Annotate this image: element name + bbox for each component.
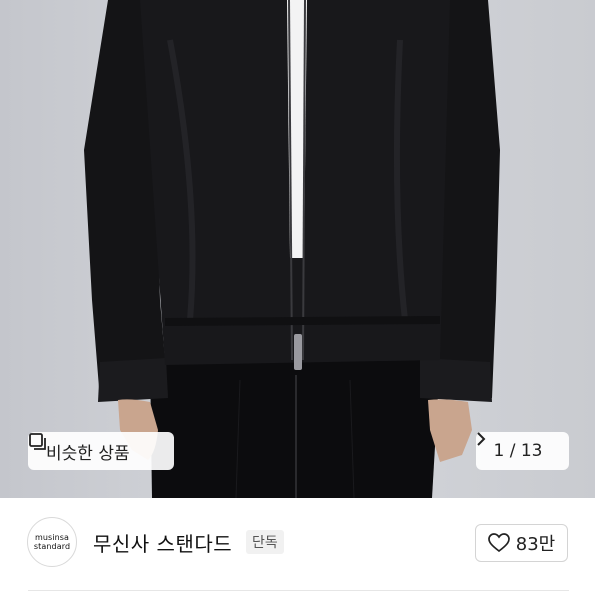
like-count: 83만 [515, 534, 556, 555]
logo-line2: standard [33, 542, 71, 551]
exclusive-badge: 단독 [246, 530, 284, 554]
brand-like-button[interactable]: 83만 [475, 524, 568, 562]
brand-bar: musinsa standard 무신사 스탠다드 단독 83만 [0, 498, 595, 595]
brand-name[interactable]: 무신사 스탠다드 [93, 528, 232, 557]
heart-icon [487, 533, 510, 553]
brand-logo[interactable]: musinsa standard [27, 517, 77, 567]
similar-products-button[interactable]: 비슷한 상품 [28, 432, 174, 470]
product-image[interactable]: 비슷한 상품 1 / 13 [0, 0, 595, 498]
product-photo-illustration [84, 0, 500, 498]
similar-products-label: 비슷한 상품 [46, 443, 130, 464]
image-counter: 1 / 13 [493, 441, 543, 461]
image-counter-button[interactable]: 1 / 13 [476, 432, 569, 470]
logo-line1: musinsa [34, 533, 70, 542]
divider [28, 590, 569, 591]
